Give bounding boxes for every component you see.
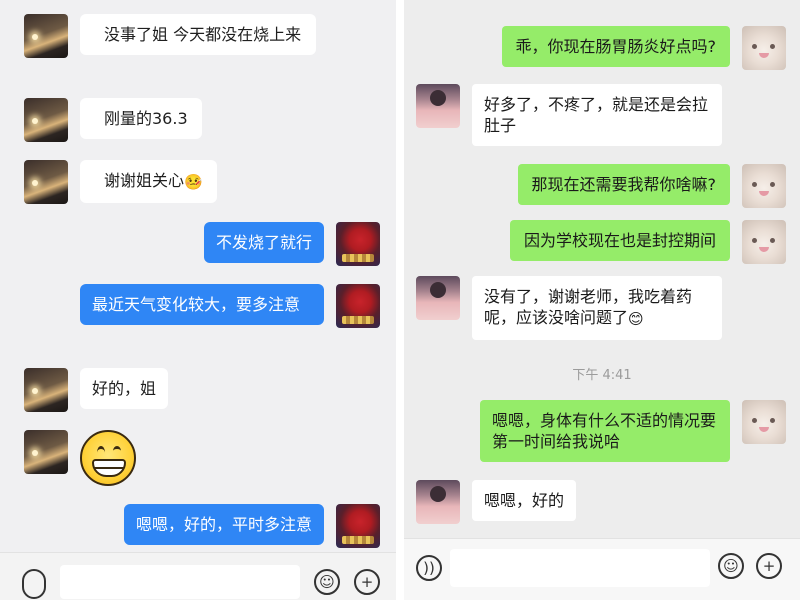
smiling-face-emoji-icon: 😊 [628, 310, 644, 328]
message-bubble[interactable]: 因为学校现在也是封控期间 [509, 220, 730, 261]
message-bubble[interactable]: 乖，你现在肠胃肠炎好点吗? [501, 26, 730, 67]
left-chat-panel: 没事了姐 今天都没在烧上来 刚量的36.3 谢谢姐关心🤒 不发烧了就行 最近天气… [0, 0, 396, 600]
my-avatar[interactable] [336, 222, 380, 266]
my-avatar[interactable] [742, 220, 786, 264]
message-input[interactable] [60, 565, 300, 599]
chat-message-incoming: 嗯嗯，好的 [416, 480, 577, 524]
message-input[interactable] [450, 549, 710, 587]
message-timestamp: 下午 4:41 [572, 368, 632, 383]
emoji-icon[interactable]: ☺ [314, 569, 340, 595]
chat-message-incoming: 好的，姐 [0, 368, 169, 412]
chat-message-incoming [0, 430, 136, 486]
plus-icon[interactable]: + [756, 553, 782, 579]
message-bubble[interactable]: 嗯嗯，好的 [472, 480, 577, 521]
my-avatar[interactable] [742, 164, 786, 208]
message-text: 没有了，谢谢老师，我吃着药呢，应该没啥问题了 [484, 287, 693, 327]
contact-avatar[interactable] [24, 430, 68, 474]
chat-message-incoming: 没有了，谢谢老师，我吃着药呢，应该没啥问题了😊 [416, 276, 722, 340]
contact-avatar[interactable] [24, 160, 68, 204]
chat-message-outgoing: 那现在还需要我帮你啥嘛? [517, 164, 786, 208]
message-text: 谢谢姐关心 [104, 171, 185, 190]
chat-message-outgoing: 嗯嗯，好的，平时多注意 [123, 504, 380, 548]
my-avatar[interactable] [336, 284, 380, 328]
message-bubble[interactable]: 嗯嗯，身体有什么不适的情况要第一时间给我说哈 [480, 400, 730, 462]
chat-input-bar: )) ☺ + [404, 538, 800, 600]
message-bubble[interactable]: 不发烧了就行 [203, 222, 324, 263]
message-bubble[interactable]: 没事了姐 今天都没在烧上来 [80, 14, 316, 55]
chat-message-incoming: 没事了姐 今天都没在烧上来 [0, 14, 316, 58]
message-bubble[interactable]: 嗯嗯，好的，平时多注意 [123, 504, 324, 545]
message-bubble[interactable]: 最近天气变化较大，要多注意 [80, 284, 324, 325]
my-avatar[interactable] [742, 26, 786, 70]
right-chat-panel: 乖，你现在肠胃肠炎好点吗? 好多了，不疼了，就是还是会拉肚子 那现在还需要我帮你… [404, 0, 800, 600]
thermometer-face-emoji-icon: 🤒 [184, 173, 203, 191]
message-bubble[interactable]: 好多了，不疼了，就是还是会拉肚子 [472, 84, 722, 146]
message-bubble[interactable]: 谢谢姐关心🤒 [80, 160, 217, 203]
chat-message-outgoing: 乖，你现在肠胃肠炎好点吗? [501, 26, 786, 70]
contact-avatar[interactable] [416, 276, 460, 320]
voice-icon[interactable] [22, 569, 46, 599]
chat-message-outgoing: 因为学校现在也是封控期间 [509, 220, 786, 264]
contact-avatar[interactable] [416, 480, 460, 524]
chat-message-incoming: 刚量的36.3 [0, 98, 202, 142]
chat-message-outgoing: 最近天气变化较大，要多注意 [80, 284, 380, 328]
chat-message-incoming: 好多了，不疼了，就是还是会拉肚子 [416, 84, 722, 146]
voice-icon[interactable]: )) [416, 555, 442, 581]
my-avatar[interactable] [742, 400, 786, 444]
contact-avatar[interactable] [24, 368, 68, 412]
emoji-icon[interactable]: ☺ [718, 553, 744, 579]
contact-avatar[interactable] [24, 98, 68, 142]
contact-avatar[interactable] [416, 84, 460, 128]
chat-message-outgoing: 嗯嗯，身体有什么不适的情况要第一时间给我说哈 [480, 400, 786, 462]
chat-input-bar: ☺ + [0, 552, 396, 600]
contact-avatar[interactable] [24, 14, 68, 58]
chat-message-outgoing: 不发烧了就行 [203, 222, 380, 266]
message-bubble[interactable]: 没有了，谢谢老师，我吃着药呢，应该没啥问题了😊 [472, 276, 722, 340]
message-bubble[interactable]: 那现在还需要我帮你啥嘛? [517, 164, 730, 205]
my-avatar[interactable] [336, 504, 380, 548]
panel-divider [396, 0, 404, 600]
chat-message-incoming: 谢谢姐关心🤒 [0, 160, 217, 204]
message-bubble[interactable]: 好的，姐 [80, 368, 169, 409]
plus-icon[interactable]: + [354, 569, 380, 595]
grinning-face-sticker-icon[interactable] [80, 430, 136, 486]
message-bubble[interactable]: 刚量的36.3 [80, 98, 202, 139]
